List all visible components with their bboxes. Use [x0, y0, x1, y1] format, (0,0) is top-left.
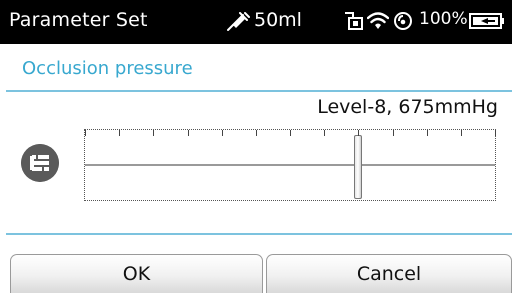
occlusion-icon [21, 144, 59, 182]
slider-tick [85, 130, 86, 136]
slider-tick [358, 130, 360, 136]
slider-tick [119, 130, 121, 136]
slider-tick [290, 130, 291, 136]
slider-tick [426, 130, 428, 136]
slider-tick [460, 130, 462, 136]
wifi-icon [367, 12, 389, 29]
signal-icon [394, 12, 412, 30]
section-divider [6, 90, 512, 92]
slider-tick [495, 130, 496, 136]
slider-rail [85, 164, 495, 166]
section-title: Occlusion pressure [22, 58, 193, 79]
slider-tick [392, 130, 394, 136]
slider-tick [221, 130, 223, 136]
occlusion-value-text: Level-8, 675mmHg [317, 96, 498, 118]
status-bar: Parameter Set 50ml 100% [0, 0, 512, 44]
syringe-icon [227, 12, 250, 31]
slider-thumb[interactable] [354, 135, 363, 199]
slider-tick [187, 130, 189, 136]
screen-title: Parameter Set [9, 9, 148, 31]
slider-tick [153, 130, 155, 136]
battery-icon [469, 13, 504, 29]
ok-button[interactable]: OK [10, 254, 263, 293]
slider-tick [324, 130, 326, 136]
occlusion-slider[interactable] [84, 129, 496, 201]
bottom-divider [6, 233, 512, 235]
lock-icon [345, 12, 363, 30]
cancel-button[interactable]: Cancel [266, 254, 512, 293]
slider-tick [255, 130, 257, 136]
battery-percent: 100% [419, 9, 468, 29]
syringe-volume: 50ml [254, 9, 302, 31]
